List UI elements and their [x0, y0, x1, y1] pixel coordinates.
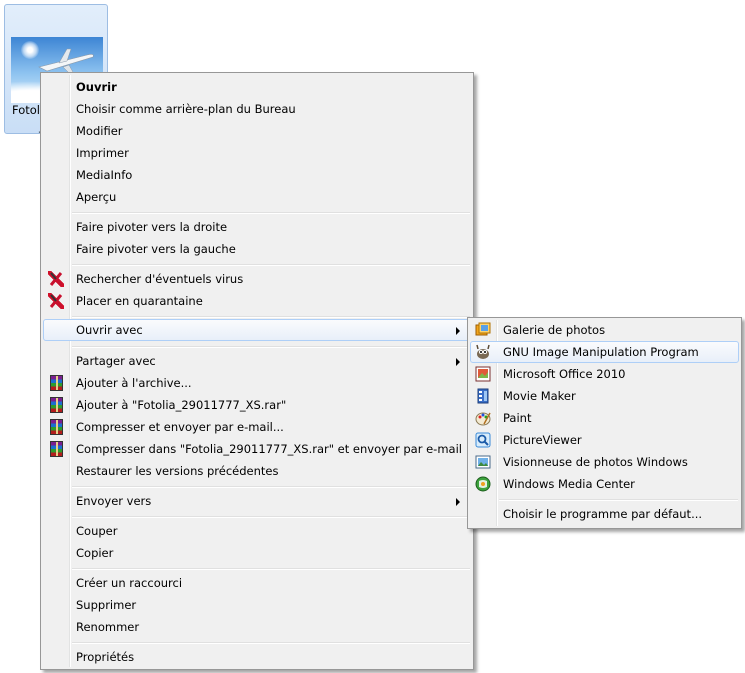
menu-item-rotate-right[interactable]: Faire pivoter vers la droite	[43, 216, 471, 238]
menu-separator	[72, 264, 470, 266]
menu-item-share-with[interactable]: Partager avec	[43, 350, 471, 372]
open-with-submenu: Galerie de photos GNU Image Manipulation…	[467, 317, 742, 529]
menu-separator	[72, 212, 470, 214]
menu-item-copy[interactable]: Copier	[43, 542, 471, 564]
menu-item-rename[interactable]: Renommer	[43, 616, 471, 638]
context-menu: Ouvrir Choisir comme arrière-plan du Bur…	[40, 72, 474, 670]
menu-item-scan-virus[interactable]: Rechercher d'éventuels virus	[43, 268, 471, 290]
submenu-item-photo-gallery[interactable]: Galerie de photos	[470, 319, 739, 341]
submenu-item-paint[interactable]: Paint	[470, 407, 739, 429]
menu-separator	[72, 568, 470, 570]
menu-separator	[72, 642, 470, 644]
chevron-right-icon	[456, 327, 460, 335]
winrar-icon	[50, 441, 63, 457]
menu-item-compress-email[interactable]: Compresser et envoyer par e-mail...	[43, 416, 471, 438]
menu-item-open[interactable]: Ouvrir	[43, 76, 471, 98]
submenu-item-choose-default-program[interactable]: Choisir le programme par défaut...	[470, 503, 739, 525]
movie-maker-icon	[475, 388, 491, 404]
file-name-label: Fotol	[12, 103, 40, 117]
menu-item-compress-rar-email[interactable]: Compresser dans "Fotolia_29011777_XS.rar…	[43, 438, 471, 460]
office-picture-manager-icon	[475, 366, 491, 382]
submenu-item-windows-photo-viewer[interactable]: Visionneuse de photos Windows	[470, 451, 739, 473]
menu-item-edit[interactable]: Modifier	[43, 120, 471, 142]
picture-viewer-icon	[475, 432, 491, 448]
kaspersky-icon	[48, 271, 64, 287]
menu-item-send-to[interactable]: Envoyer vers	[43, 490, 471, 512]
winrar-icon	[50, 419, 63, 435]
menu-item-create-shortcut[interactable]: Créer un raccourci	[43, 572, 471, 594]
submenu-item-movie-maker[interactable]: Movie Maker	[470, 385, 739, 407]
submenu-item-picture-viewer[interactable]: PictureViewer	[470, 429, 739, 451]
menu-separator	[72, 316, 470, 318]
winrar-icon	[50, 397, 63, 413]
menu-separator	[72, 346, 470, 348]
chevron-right-icon	[456, 358, 460, 366]
menu-item-open-with[interactable]: Ouvrir avec	[43, 319, 471, 341]
menu-item-set-desktop-background[interactable]: Choisir comme arrière-plan du Bureau	[43, 98, 471, 120]
menu-separator	[72, 486, 470, 488]
windows-photo-viewer-icon	[475, 454, 491, 470]
menu-item-preview[interactable]: Aperçu	[43, 186, 471, 208]
paint-icon	[475, 410, 491, 426]
kaspersky-icon	[48, 293, 64, 309]
menu-item-add-to-archive[interactable]: Ajouter à l'archive...	[43, 372, 471, 394]
submenu-item-gimp[interactable]: GNU Image Manipulation Program	[470, 341, 739, 363]
menu-item-delete[interactable]: Supprimer	[43, 594, 471, 616]
gimp-icon	[475, 344, 491, 360]
winrar-icon	[50, 375, 63, 391]
chevron-right-icon	[456, 498, 460, 506]
menu-item-mediainfo[interactable]: MediaInfo	[43, 164, 471, 186]
menu-item-properties[interactable]: Propriétés	[43, 646, 471, 668]
menu-item-print[interactable]: Imprimer	[43, 142, 471, 164]
submenu-item-windows-media-center[interactable]: Windows Media Center	[470, 473, 739, 495]
menu-item-quarantine[interactable]: Placer en quarantaine	[43, 290, 471, 312]
menu-item-add-to-rar[interactable]: Ajouter à "Fotolia_29011777_XS.rar"	[43, 394, 471, 416]
media-center-icon	[475, 476, 491, 492]
photo-gallery-icon	[475, 322, 491, 338]
submenu-item-office-2010[interactable]: Microsoft Office 2010	[470, 363, 739, 385]
menu-item-rotate-left[interactable]: Faire pivoter vers la gauche	[43, 238, 471, 260]
menu-separator	[499, 499, 738, 501]
menu-item-cut[interactable]: Couper	[43, 520, 471, 542]
menu-item-restore-previous-versions[interactable]: Restaurer les versions précédentes	[43, 460, 471, 482]
menu-separator	[72, 516, 470, 518]
